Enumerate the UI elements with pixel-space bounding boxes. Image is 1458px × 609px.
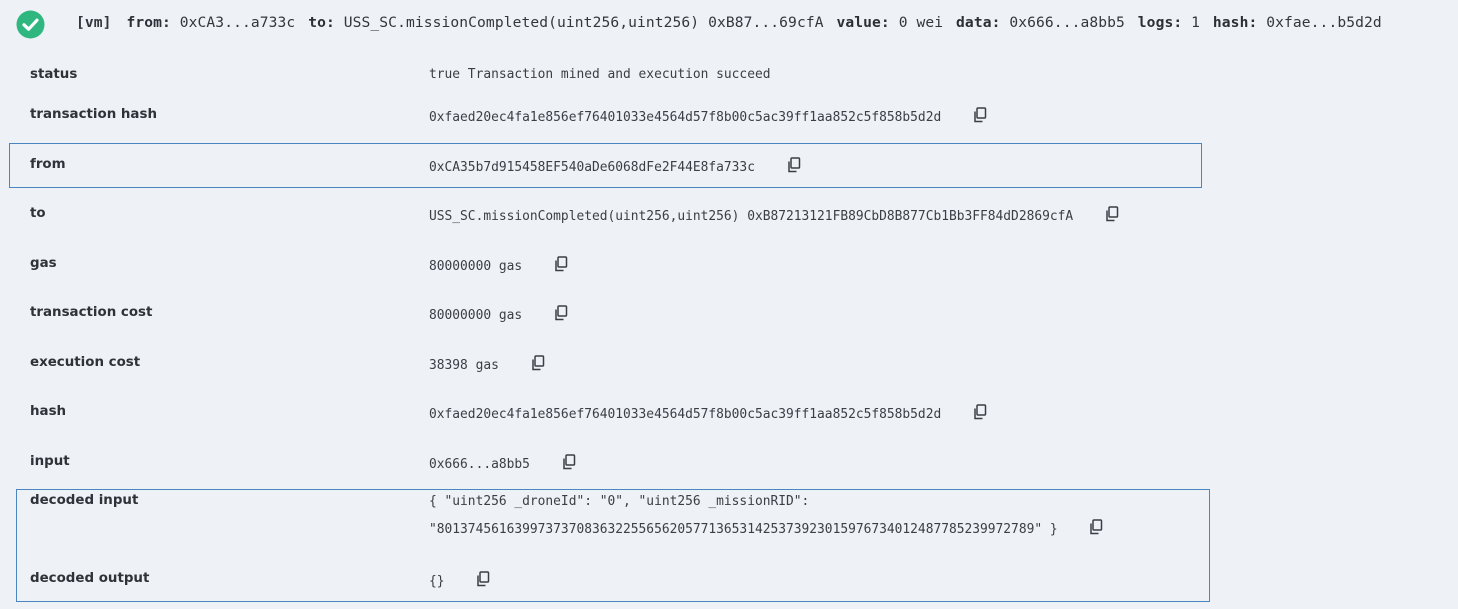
- summary-logs-key: logs:: [1137, 14, 1183, 31]
- copy-icon[interactable]: [973, 107, 987, 123]
- transaction-summary: [vm] from: 0xCA3...a733c to: USS_SC.miss…: [76, 14, 1386, 31]
- summary-to-value: USS_SC.missionCompleted(uint256,uint256)…: [343, 14, 824, 31]
- gas-text: 80000000 gas: [429, 259, 523, 274]
- execution-cost-label: execution cost: [30, 355, 141, 370]
- summary-value-key: value:: [836, 14, 890, 31]
- vm-tag: [vm]: [76, 14, 112, 31]
- summary-from-key: from:: [126, 14, 171, 31]
- transaction-hash-text: 0xfaed20ec4fa1e856ef76401033e4564d57f8b0…: [429, 110, 942, 125]
- to-label: to: [30, 206, 46, 221]
- decoded-input-label: decoded input: [30, 493, 139, 508]
- transaction-cost-text: 80000000 gas: [429, 308, 523, 323]
- decoded-input-line-2-text: "801374561639973737083632255656205771365…: [429, 522, 1058, 537]
- transaction-hash-label: transaction hash: [30, 107, 157, 122]
- transaction-cost-value: 80000000 gas: [429, 305, 568, 323]
- summary-hash-key: hash:: [1212, 14, 1258, 31]
- summary-to-key: to:: [308, 14, 335, 31]
- summary-data-value: 0x666...a8bb5: [1009, 14, 1125, 31]
- check-circle-icon: [16, 10, 45, 39]
- copy-icon[interactable]: [554, 256, 568, 272]
- hash-label: hash: [30, 404, 67, 419]
- decoded-input-line-1: { "uint256 _droneId": "0", "uint256 _mis…: [429, 494, 810, 509]
- status-label: status: [30, 67, 78, 82]
- decoded-output-label: decoded output: [30, 571, 150, 586]
- transaction-cost-label: transaction cost: [30, 305, 153, 320]
- hash-value: 0xfaed20ec4fa1e856ef76401033e4564d57f8b0…: [429, 404, 987, 422]
- from-value: 0xCA35b7d915458EF540aDe6068dFe2F44E8fa73…: [429, 157, 801, 175]
- status-value: true Transaction mined and execution suc…: [429, 67, 771, 82]
- gas-label: gas: [30, 256, 57, 271]
- execution-cost-text: 38398 gas: [429, 358, 499, 373]
- transaction-hash-value: 0xfaed20ec4fa1e856ef76401033e4564d57f8b0…: [429, 107, 987, 125]
- copy-icon[interactable]: [554, 305, 568, 321]
- summary-from-value: 0xCA3...a733c: [179, 14, 296, 31]
- execution-cost-value: 38398 gas: [429, 355, 545, 373]
- input-text: 0x666...a8bb5: [429, 457, 530, 472]
- copy-icon[interactable]: [973, 404, 987, 420]
- copy-icon[interactable]: [562, 454, 576, 470]
- transaction-summary-header[interactable]: [vm] from: 0xCA3...a733c to: USS_SC.miss…: [0, 0, 1458, 50]
- input-label: input: [30, 454, 70, 469]
- copy-icon[interactable]: [1105, 206, 1119, 222]
- decoded-input-value: { "uint256 _droneId": "0", "uint256 _mis…: [429, 488, 1129, 544]
- summary-hash-value: 0xfae...b5d2d: [1266, 14, 1382, 31]
- from-label: from: [30, 157, 66, 172]
- to-address-text: USS_SC.missionCompleted(uint256,uint256)…: [429, 209, 1074, 224]
- input-value: 0x666...a8bb5: [429, 454, 576, 472]
- decoded-output-value: {}: [429, 571, 490, 589]
- copy-icon[interactable]: [787, 157, 801, 173]
- gas-value: 80000000 gas: [429, 256, 568, 274]
- hash-text: 0xfaed20ec4fa1e856ef76401033e4564d57f8b0…: [429, 407, 942, 422]
- copy-icon[interactable]: [1089, 519, 1103, 535]
- decoded-input-line-2: "801374561639973737083632255656205771365…: [429, 516, 1129, 544]
- summary-logs-value: 1: [1191, 14, 1201, 31]
- copy-icon[interactable]: [531, 355, 545, 371]
- summary-value-value: 0 wei: [898, 14, 944, 31]
- from-address-text: 0xCA35b7d915458EF540aDe6068dFe2F44E8fa73…: [429, 160, 755, 175]
- decoded-output-text: {}: [429, 574, 445, 589]
- copy-icon[interactable]: [476, 571, 490, 587]
- to-value: USS_SC.missionCompleted(uint256,uint256)…: [429, 206, 1119, 224]
- summary-data-key: data:: [956, 14, 1001, 31]
